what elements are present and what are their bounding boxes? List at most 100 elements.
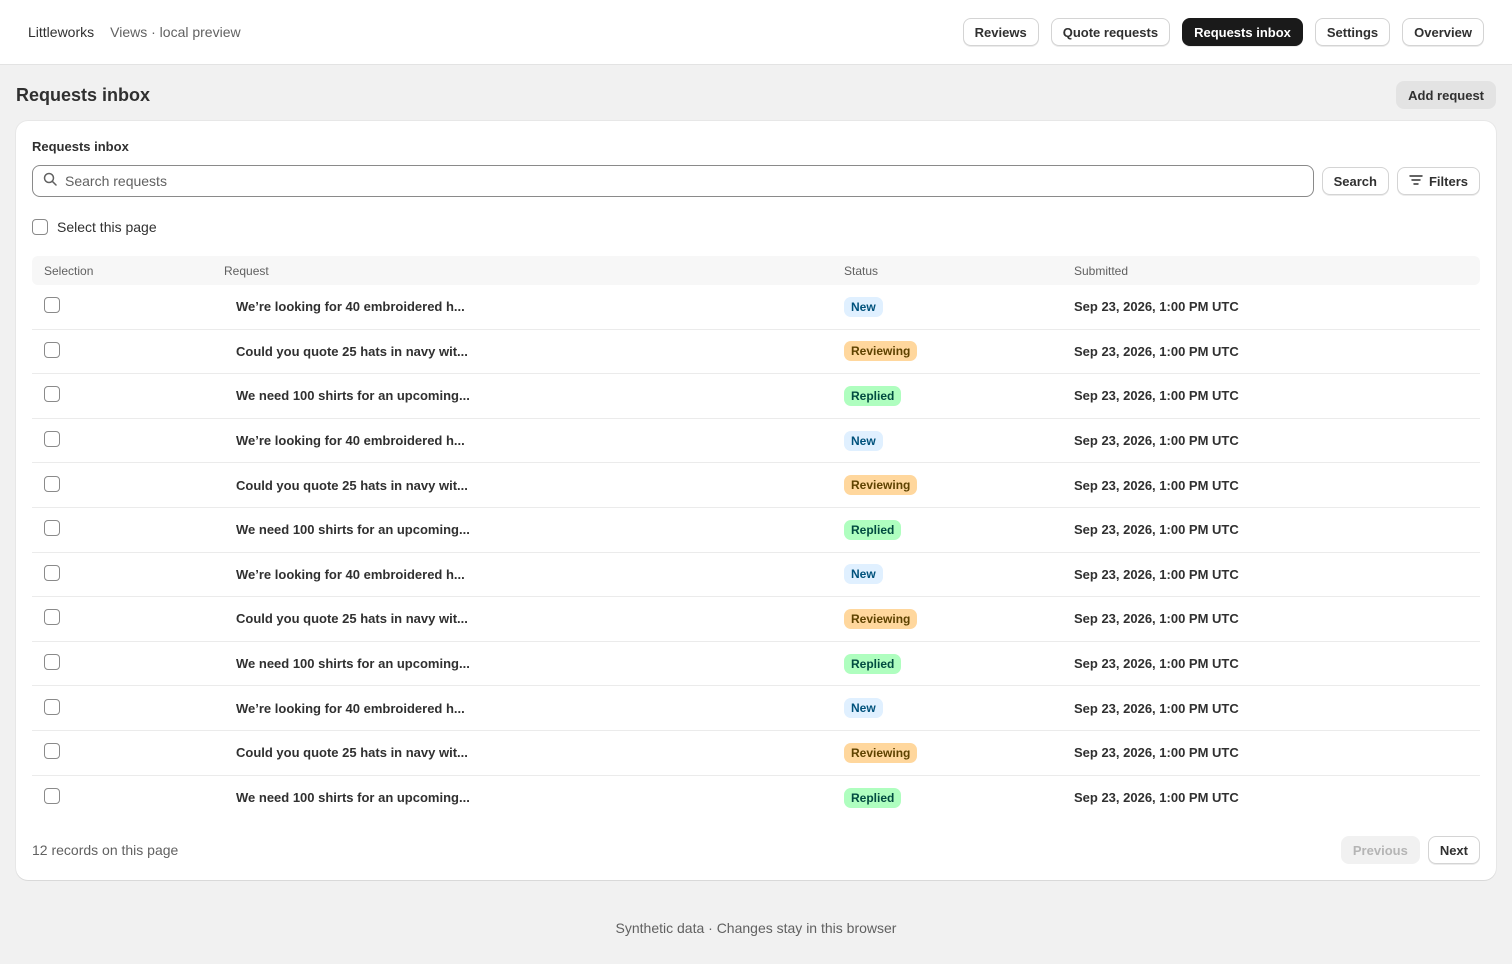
row-checkbox[interactable] [44,564,60,581]
row-checkbox[interactable] [44,431,60,448]
status-badge: Reviewing [844,608,918,629]
column-header-status: Status [844,263,879,278]
request-cell[interactable]: We’re looking for 40 embroidered h... [212,701,832,716]
request-cell[interactable]: We’re looking for 40 embroidered h... [212,299,832,314]
table-row[interactable]: We’re looking for 40 embroidered h... New… [32,553,1480,598]
status-badge: Reviewing [844,341,918,362]
row-checkbox[interactable] [44,788,60,805]
nav-settings[interactable]: Settings [1314,18,1391,46]
brand: Littleworks Views · local preview [28,24,241,40]
top-nav: Reviews Quote requests Requests inbox Se… [962,18,1484,46]
status-cell: Reviewing [832,742,1062,763]
table-row[interactable]: We’re looking for 40 embroidered h... New… [32,419,1480,464]
table-row[interactable]: We’re looking for 40 embroidered h... New… [32,686,1480,731]
status-cell: Replied [832,653,1062,674]
request-cell[interactable]: Could you quote 25 hats in navy wit... [212,478,832,493]
row-checkbox[interactable] [44,297,60,314]
table-body: We’re looking for 40 embroidered h... New… [32,285,1480,820]
select-page-label: Select this page [57,219,157,235]
submitted-cell: Sep 23, 2026, 1:00 PM UTC [1074,700,1239,716]
search-field[interactable] [32,165,1314,197]
search-input[interactable] [65,173,1303,189]
search-button-label: Search [1333,173,1377,189]
request-cell[interactable]: Could you quote 25 hats in navy wit... [212,611,832,626]
status-badge: Reviewing [844,475,918,496]
status-badge: New [844,430,883,451]
table-header: Selection Request Status Submitted [32,256,1480,285]
select-page-control[interactable]: Select this page [32,219,157,235]
submitted-cell: Sep 23, 2026, 1:00 PM UTC [1074,656,1239,672]
page-header: Requests inbox Add request [16,80,1496,110]
status-badge: New [844,564,883,585]
row-selection-cell [32,743,212,762]
submitted-cell: Sep 23, 2026, 1:00 PM UTC [1074,477,1239,493]
row-selection-cell [32,609,212,628]
row-checkbox[interactable] [44,654,60,671]
status-cell: Replied [832,787,1062,808]
status-cell: New [832,430,1062,451]
search-button[interactable]: Search [1321,167,1389,195]
table-row[interactable]: We need 100 shirts for an upcoming... Rep… [32,374,1480,419]
table-row[interactable]: We need 100 shirts for an upcoming... Rep… [32,776,1480,821]
row-selection-cell [32,431,212,450]
add-request-button[interactable]: Add request [1396,81,1496,109]
status-cell: Replied [832,385,1062,406]
request-cell[interactable]: We’re looking for 40 embroidered h... [212,433,832,448]
status-badge: Replied [844,519,902,540]
submitted-cell: Sep 23, 2026, 1:00 PM UTC [1074,343,1239,359]
status-badge: New [844,698,883,719]
nav-reviews[interactable]: Reviews [962,18,1039,46]
row-selection-cell [32,341,212,361]
table-row[interactable]: Could you quote 25 hats in navy wit... Re… [32,330,1480,375]
row-checkbox[interactable] [44,743,60,760]
submitted-cell: Sep 23, 2026, 1:00 PM UTC [1074,433,1239,449]
submitted-cell: Sep 23, 2026, 1:00 PM UTC [1074,745,1239,761]
app-subtitle: Views · local preview [110,24,241,40]
status-cell: Replied [832,519,1062,540]
row-selection-cell [32,386,212,405]
table-row[interactable]: We’re looking for 40 embroidered h... New… [32,285,1480,330]
submitted-cell: Sep 23, 2026, 1:00 PM UTC [1074,611,1239,627]
filters-button[interactable]: Filters [1396,167,1480,195]
previous-page-button[interactable]: Previous [1340,836,1420,864]
submitted-cell: Sep 23, 2026, 1:00 PM UTC [1074,790,1239,806]
request-cell[interactable]: We need 100 shirts for an upcoming... [212,790,832,805]
search-row: Search Filters [32,165,1480,197]
row-checkbox[interactable] [44,609,60,626]
request-cell[interactable]: Could you quote 25 hats in navy wit... [212,344,832,359]
request-cell[interactable]: We need 100 shirts for an upcoming... [212,388,832,403]
next-page-button[interactable]: Next [1427,836,1480,864]
request-cell[interactable]: We need 100 shirts for an upcoming... [212,522,832,537]
table-row[interactable]: We need 100 shirts for an upcoming... Rep… [32,642,1480,687]
row-selection-cell [32,520,212,539]
row-checkbox[interactable] [44,341,60,358]
request-cell[interactable]: Could you quote 25 hats in navy wit... [212,745,832,760]
row-checkbox[interactable] [44,698,60,715]
nav-requests-inbox[interactable]: Requests inbox [1182,18,1303,46]
status-badge: Replied [844,385,902,406]
status-badge: Reviewing [844,742,918,763]
column-header-selection: Selection [44,263,94,278]
page-footer: Synthetic data · Changes stay in this br… [615,920,897,936]
nav-overview[interactable]: Overview [1402,18,1484,46]
card-title: Requests inbox [32,139,129,154]
requests-card: Requests inbox Search Filters Select thi… [16,121,1496,880]
search-icon [43,172,57,191]
row-checkbox[interactable] [44,386,60,403]
status-cell: New [832,296,1062,317]
table-row[interactable]: We need 100 shirts for an upcoming... Rep… [32,508,1480,553]
status-cell: New [832,564,1062,585]
select-page-checkbox[interactable] [32,219,48,235]
row-selection-cell [32,564,212,584]
app-name: Littleworks [28,24,95,40]
card-footer: 12 records on this page Previous Next [32,835,1480,865]
records-count: 12 records on this page [32,842,179,858]
request-cell[interactable]: We need 100 shirts for an upcoming... [212,656,832,671]
row-checkbox[interactable] [44,520,60,537]
table-row[interactable]: Could you quote 25 hats in navy wit... Re… [32,463,1480,508]
row-checkbox[interactable] [44,475,60,492]
table-row[interactable]: Could you quote 25 hats in navy wit... Re… [32,597,1480,642]
request-cell[interactable]: We’re looking for 40 embroidered h... [212,567,832,582]
nav-quote-requests[interactable]: Quote requests [1050,18,1171,46]
table-row[interactable]: Could you quote 25 hats in navy wit... Re… [32,731,1480,776]
